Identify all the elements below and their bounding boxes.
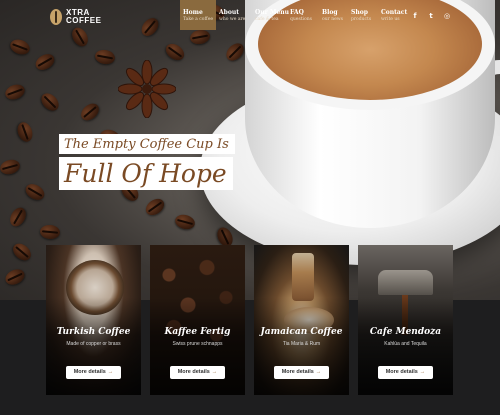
menu-item-title: Shop: [351, 9, 368, 16]
card-title: Turkish Coffee: [56, 327, 131, 337]
card-subtitle: Kahlúa and Tequila: [384, 341, 427, 347]
top-nav: XTRA COFFEE Home Take a coffee About who…: [0, 0, 500, 32]
arrow-right-icon: →: [211, 369, 218, 375]
more-details-button[interactable]: More details →: [274, 366, 329, 379]
menu-item-title: Contact: [381, 9, 408, 16]
brand-name: XTRA COFFEE: [66, 9, 101, 25]
menu-item-subtitle: write us: [381, 17, 400, 22]
more-details-button[interactable]: More details →: [66, 366, 121, 379]
card-title: Kaffee Fertig: [164, 327, 231, 337]
card-title: Cafe Mendoza: [369, 327, 442, 337]
social-links: f t ◎: [411, 12, 451, 20]
coffee-bean: [77, 100, 103, 124]
menu-item-subtitle: cafe & tea: [255, 17, 279, 22]
coffee-bean: [9, 240, 35, 264]
facebook-icon[interactable]: f: [411, 12, 419, 20]
coffee-bean: [8, 37, 32, 57]
menu-item-our-menu[interactable]: Our Menu cafe & tea: [252, 0, 290, 30]
coffee-bean: [0, 157, 22, 177]
menu-item-title: Blog: [322, 9, 338, 16]
coffee-bean: [93, 48, 117, 66]
card-subtitle: Made of copper or brass: [66, 341, 121, 347]
arrow-right-icon: →: [315, 369, 322, 375]
hero-headline: Full Of Hope: [59, 157, 233, 190]
menu-item-title: FAQ: [290, 9, 304, 16]
menu-item-contact[interactable]: Contact write us: [378, 0, 408, 30]
coffee-bean: [222, 39, 248, 65]
coffee-bean: [15, 120, 35, 144]
coffee-bean: [142, 195, 168, 219]
button-label: More details: [385, 369, 418, 375]
menu-item-title: About: [219, 9, 239, 16]
menu-item-blog[interactable]: Blog our news: [319, 0, 348, 30]
drink-card-turkish-coffee: Turkish Coffee Made of copper or brass M…: [46, 245, 141, 395]
coffee-bean: [37, 89, 63, 115]
coffee-bean: [6, 204, 30, 230]
drink-card-jamaican-coffee: Jamaican Coffee Tia Maria & Rum More det…: [254, 245, 349, 395]
featured-drinks: Turkish Coffee Made of copper or brass M…: [46, 245, 453, 395]
card-subtitle: Swiss prune schnapps: [172, 341, 223, 347]
coffee-bean: [173, 212, 197, 232]
menu-item-home[interactable]: Home Take a coffee: [180, 0, 216, 30]
coffee-bean: [3, 82, 27, 102]
menu-item-title: Our Menu: [255, 9, 290, 16]
menu-item-faq[interactable]: FAQ questions: [287, 0, 319, 30]
more-details-button[interactable]: More details →: [170, 366, 225, 379]
menu-item-subtitle: our news: [322, 17, 343, 22]
menu-item-about[interactable]: About who we are: [216, 0, 252, 30]
coffee-bean: [32, 50, 58, 74]
menu-item-title: Home: [183, 9, 203, 16]
arrow-right-icon: →: [419, 369, 426, 375]
menu-item-subtitle: who we are: [219, 17, 246, 22]
more-details-button[interactable]: More details →: [378, 366, 433, 379]
arrow-right-icon: →: [107, 369, 114, 375]
brand-line2: COFFEE: [66, 16, 102, 25]
button-label: More details: [177, 369, 210, 375]
coffee-bean: [39, 224, 61, 240]
coffee-bean: [2, 266, 28, 288]
star-anise-icon: [118, 60, 176, 118]
coffee-bean: [22, 180, 48, 204]
hero-tagline: The Empty Coffee Cup Is: [59, 134, 235, 154]
coffee-bean-logo-icon: [50, 9, 62, 25]
drink-card-cafe-mendoza: Cafe Mendoza Kahlúa and Tequila More det…: [358, 245, 453, 395]
menu-item-subtitle: questions: [290, 17, 312, 22]
twitter-icon[interactable]: t: [427, 12, 435, 20]
button-label: More details: [281, 369, 314, 375]
menu-item-subtitle: products: [351, 17, 372, 22]
card-title: Jamaican Coffee: [260, 327, 343, 337]
card-subtitle: Tia Maria & Rum: [282, 341, 321, 347]
menu-item-subtitle: Take a coffee: [183, 17, 214, 22]
main-menu: Home Take a coffee About who we are Our …: [180, 0, 408, 30]
instagram-icon[interactable]: ◎: [443, 12, 451, 20]
drink-card-kaffee-fertig: Kaffee Fertig Swiss prune schnapps More …: [150, 245, 245, 395]
button-label: More details: [73, 369, 106, 375]
menu-item-shop[interactable]: Shop products: [348, 0, 378, 30]
brand-logo[interactable]: XTRA COFFEE: [50, 9, 101, 25]
